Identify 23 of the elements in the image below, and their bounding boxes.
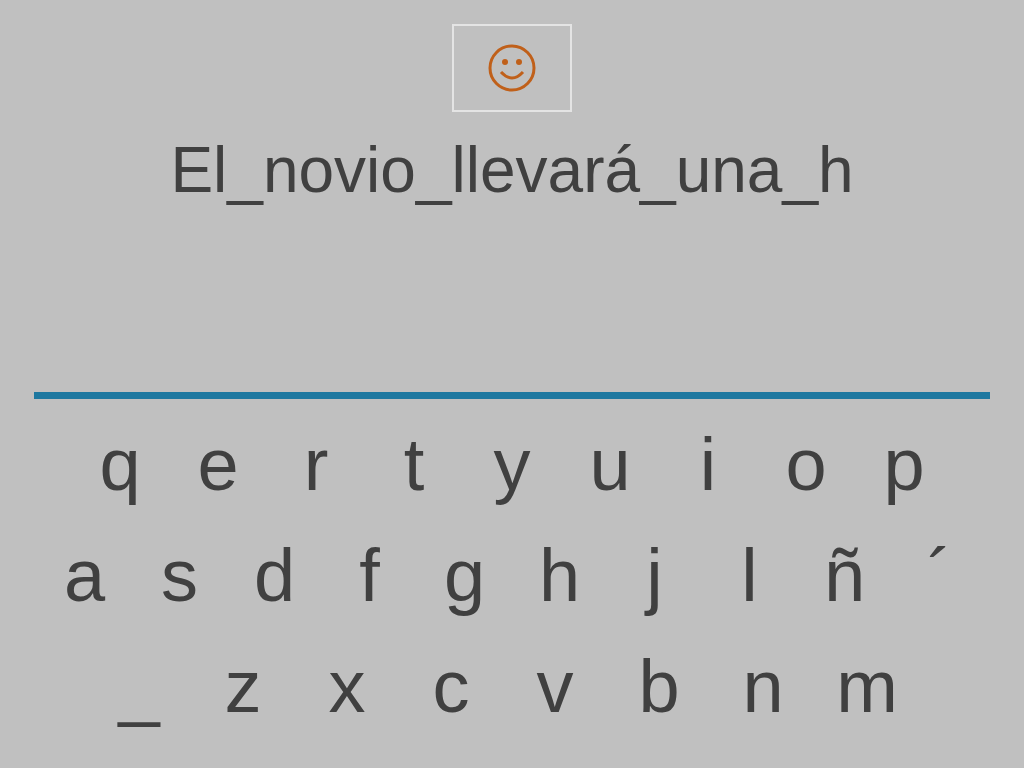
letter-key[interactable]: n [711,649,815,724]
letter-key[interactable]: r [267,427,365,502]
letter-key[interactable]: h [512,538,607,613]
letter-key[interactable]: t [365,427,463,502]
letter-key[interactable]: i [659,427,757,502]
letter-key[interactable]: ´ [892,538,987,613]
letter-key[interactable]: c [399,649,503,724]
letter-key[interactable]: l [702,538,797,613]
letter-key[interactable]: u [561,427,659,502]
letter-key[interactable]: e [169,427,267,502]
letter-key[interactable]: f [322,538,417,613]
letter-key[interactable]: s [132,538,227,613]
smiley-icon [487,43,537,93]
letter-key[interactable]: d [227,538,322,613]
letter-key[interactable]: b [607,649,711,724]
letter-key[interactable]: v [503,649,607,724]
letter-key[interactable]: o [757,427,855,502]
letter-key[interactable]: m [815,649,919,724]
hint-button[interactable] [452,24,572,112]
letter-key[interactable]: z [191,649,295,724]
letter-key[interactable]: x [295,649,399,724]
letter-key[interactable]: ñ [797,538,892,613]
letter-key[interactable]: a [37,538,132,613]
